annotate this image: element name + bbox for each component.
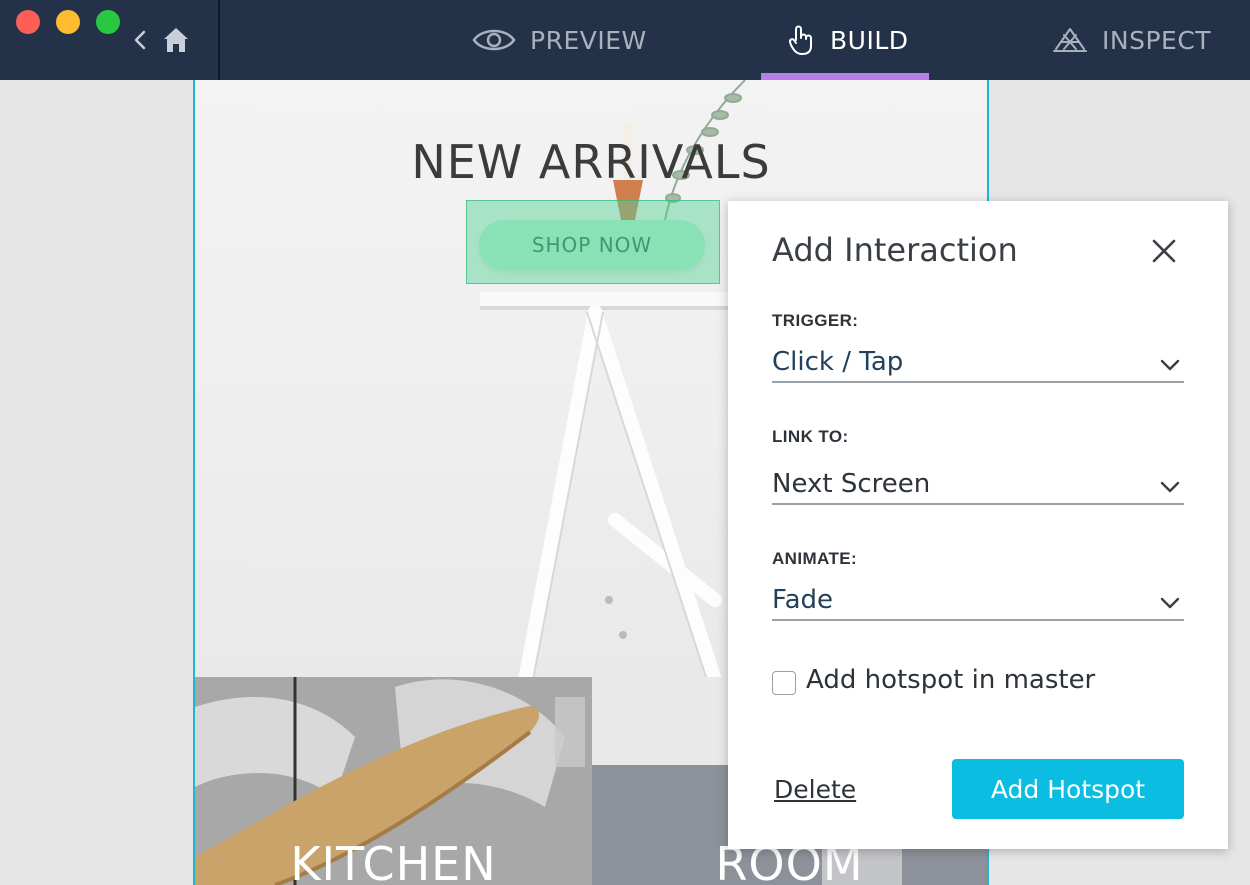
home-icon[interactable] [160, 24, 192, 56]
top-toolbar: PREVIEW BUILD INSPECT [0, 0, 1250, 80]
trigger-select-value: Click / Tap [772, 347, 904, 377]
tab-build[interactable]: BUILD [786, 0, 909, 80]
tab-inspect[interactable]: INSPECT [1052, 0, 1211, 80]
close-window-button[interactable] [16, 10, 40, 34]
link-to-select[interactable]: Next Screen [772, 459, 1184, 505]
chevron-down-icon [1160, 481, 1180, 493]
link-to-select-value: Next Screen [772, 469, 931, 499]
master-hotspot-label: Add hotspot in master [806, 665, 1096, 695]
add-interaction-panel: Add Interaction TRIGGER: Click / Tap LIN… [728, 201, 1228, 849]
kitchen-tile-label: KITCHEN [290, 837, 497, 885]
minimize-window-button[interactable] [56, 10, 80, 34]
tab-preview[interactable]: PREVIEW [472, 0, 647, 80]
hotspot-overlay[interactable] [466, 200, 720, 284]
chevron-left-icon[interactable] [128, 26, 152, 54]
close-icon[interactable] [1150, 237, 1178, 265]
active-tab-indicator [761, 73, 929, 80]
trigger-select[interactable]: Click / Tap [772, 337, 1184, 383]
tab-build-label: BUILD [830, 25, 909, 55]
panel-title: Add Interaction [772, 231, 1018, 269]
add-hotspot-button[interactable]: Add Hotspot [952, 759, 1184, 819]
kitchen-tile[interactable]: KITCHEN [195, 677, 592, 885]
maximize-window-button[interactable] [96, 10, 120, 34]
link-to-label: LINK TO: [772, 427, 849, 446]
tab-preview-label: PREVIEW [530, 25, 647, 55]
toolbar-divider [218, 0, 220, 80]
inspect-icon [1053, 28, 1087, 52]
delete-link[interactable]: Delete [774, 775, 856, 804]
chevron-down-icon [1160, 359, 1180, 371]
pointer-hand-icon [788, 25, 812, 55]
chevron-down-icon [1160, 597, 1180, 609]
animate-select-value: Fade [772, 585, 834, 615]
master-hotspot-checkbox[interactable] [772, 671, 796, 695]
hero-title: NEW ARRIVALS [411, 135, 771, 189]
tab-inspect-label: INSPECT [1102, 25, 1212, 55]
trigger-label: TRIGGER: [772, 311, 859, 330]
animate-label: ANIMATE: [772, 549, 858, 568]
eye-icon [472, 29, 516, 51]
animate-select[interactable]: Fade [772, 575, 1184, 621]
